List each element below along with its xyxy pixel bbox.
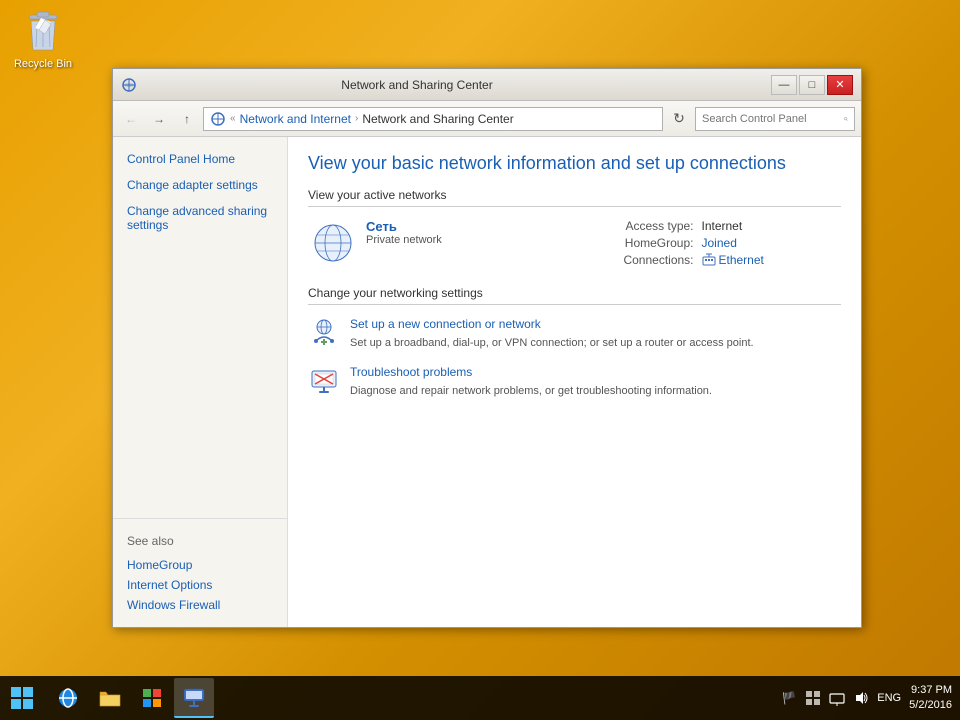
recycle-bin-graphic [19,8,67,56]
sidebar-windows-firewall[interactable]: Windows Firewall [113,595,287,615]
explorer-taskbar-icon[interactable] [90,678,130,718]
network-name-area: Сеть Private network [366,219,604,246]
up-button[interactable]: ↑ [175,107,199,131]
window-controls: — □ ✕ [771,75,853,95]
access-type-value: Internet [702,219,743,233]
tray-network-icon[interactable] [827,688,847,708]
close-button[interactable]: ✕ [827,75,853,95]
new-connection-link[interactable]: Set up a new connection or network [350,317,754,331]
taskbar-right: 🏴 [779,683,960,714]
active-network-row: Сеть Private network Access type: Intern… [308,219,841,270]
minimize-button[interactable]: — [771,75,797,95]
clock-date: 5/2/2016 [909,698,952,713]
store-taskbar-icon[interactable] [132,678,172,718]
troubleshoot-icon [308,365,340,397]
network-type: Private network [366,234,604,246]
recycle-bin-label: Recycle Bin [8,58,78,70]
action-troubleshoot: Troubleshoot problems Diagnose and repai… [308,365,841,399]
search-icon [844,113,848,125]
tray-icons: 🏴 [779,688,903,708]
homegroup-value[interactable]: Joined [702,236,737,250]
sidebar-see-also: See also HomeGroup Internet Options Wind… [113,518,287,615]
active-networks-header: View your active networks [308,188,841,207]
page-title: View your basic network information and … [308,153,841,174]
tray-sound-icon[interactable] [851,688,871,708]
clock[interactable]: 9:37 PM 5/2/2016 [909,683,952,714]
new-connection-icon [308,317,340,349]
path-current: Network and Sharing Center [362,112,513,126]
sidebar-change-adapter[interactable]: Change adapter settings [113,175,287,195]
network-sharing-center-window: Network and Sharing Center — □ ✕ ← → ↑ «… [112,68,862,628]
network-graphic [308,221,358,265]
sidebar: Control Panel Home Change adapter settin… [113,137,288,627]
network-globe-icon [311,221,355,265]
main-content: Control Panel Home Change adapter settin… [113,137,861,627]
window-title: Network and Sharing Center [63,78,771,92]
clock-time: 9:37 PM [909,683,952,698]
troubleshoot-link[interactable]: Troubleshoot problems [350,365,712,379]
access-type-row: Access type: Internet [604,219,842,233]
path-separator-2: › [355,113,358,124]
start-button[interactable] [0,676,44,720]
search-input[interactable] [702,113,844,125]
troubleshoot-text: Troubleshoot problems Diagnose and repai… [350,365,712,399]
refresh-button[interactable]: ↻ [667,107,691,131]
connections-value[interactable]: Ethernet [702,253,764,267]
path-network-internet[interactable]: Network and Internet [240,112,351,126]
maximize-button[interactable]: □ [799,75,825,95]
homegroup-label: HomeGroup: [604,236,694,250]
back-button[interactable]: ← [119,107,143,131]
troubleshoot-graphic [308,365,340,397]
ethernet-icon [702,253,716,267]
sidebar-control-panel-home[interactable]: Control Panel Home [113,149,287,169]
sidebar-internet-options[interactable]: Internet Options [113,575,287,595]
new-connection-text: Set up a new connection or network Set u… [350,317,754,351]
recycle-bin-icon[interactable]: Recycle Bin [8,8,78,70]
tray-flag-icon[interactable]: 🏴 [779,688,799,708]
network-taskbar-icon[interactable] [174,678,214,718]
network-name[interactable]: Сеть [366,219,604,234]
tray-lang-label[interactable]: ENG [875,688,903,708]
address-bar: ← → ↑ « Network and Internet › Network a… [113,101,861,137]
taskbar-icons [44,678,218,718]
desktop: Recycle Bin Network and Sharing Center —… [0,0,960,720]
networking-settings-header: Change your networking settings [308,286,841,305]
taskbar: 🏴 [0,676,960,720]
connection-setup-icon [308,317,340,349]
homegroup-row: HomeGroup: Joined [604,236,842,250]
path-separator-1: « [230,113,236,124]
new-connection-desc: Set up a broadband, dial-up, or VPN conn… [350,337,754,349]
troubleshoot-desc: Diagnose and repair network problems, or… [350,385,712,397]
address-path: « Network and Internet › Network and Sha… [203,107,663,131]
title-bar: Network and Sharing Center — □ ✕ [113,69,861,101]
path-icon [210,111,226,127]
forward-button[interactable]: → [147,107,171,131]
ie-taskbar-icon[interactable] [48,678,88,718]
access-type-label: Access type: [604,219,694,233]
sidebar-homegroup[interactable]: HomeGroup [113,555,287,575]
sidebar-change-advanced[interactable]: Change advanced sharing settings [113,201,287,235]
windows-logo-icon [10,686,34,710]
tray-windows-icon[interactable] [803,688,823,708]
connections-row: Connections: Ethernet [604,253,842,267]
action-new-connection: Set up a new connection or network Set u… [308,317,841,351]
connections-label: Connections: [604,253,694,267]
content-panel: View your basic network information and … [288,137,861,627]
network-details: Access type: Internet HomeGroup: Joined … [604,219,842,270]
search-box [695,107,855,131]
see-also-title: See also [113,531,287,551]
